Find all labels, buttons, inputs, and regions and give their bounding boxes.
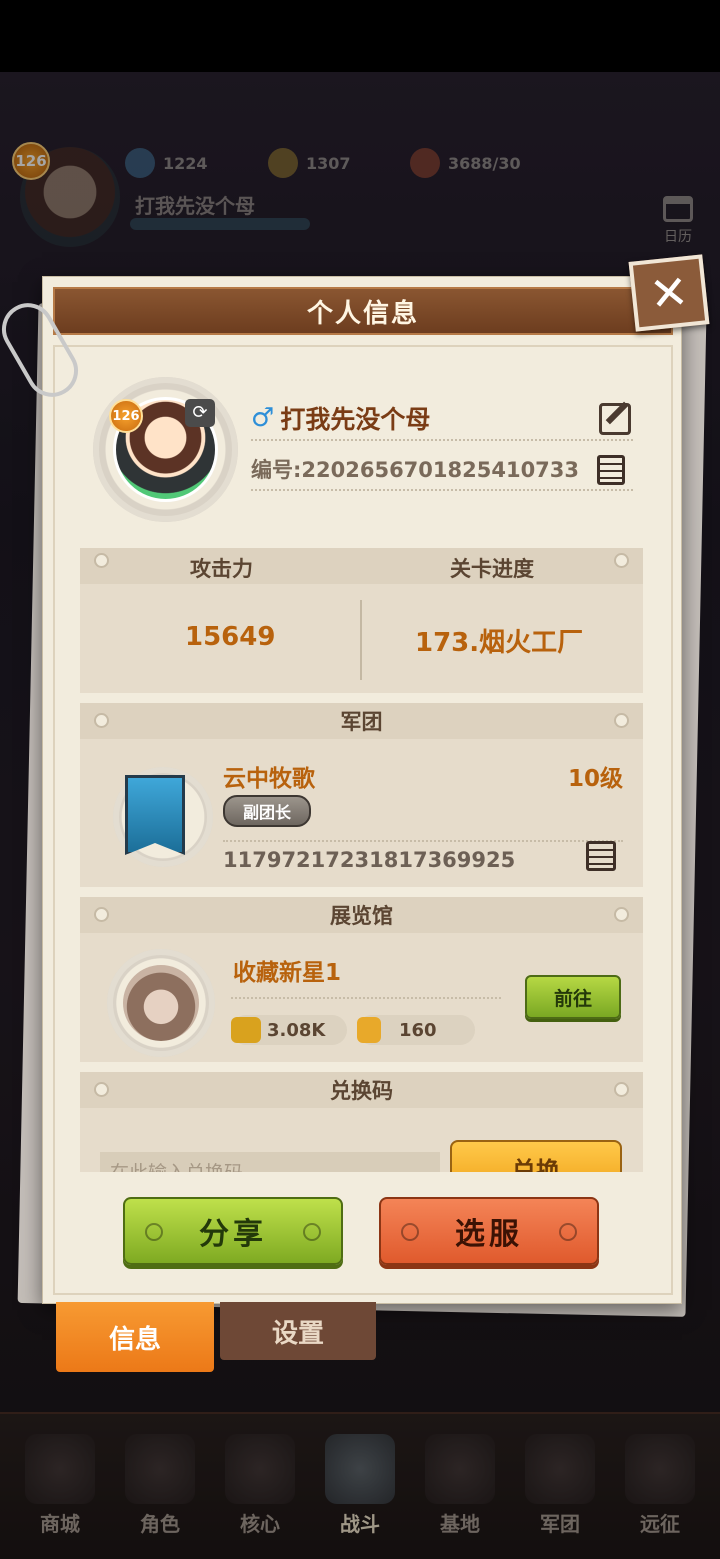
stats-divider xyxy=(360,600,362,680)
collection-score-icon xyxy=(231,1017,261,1043)
museum-divider xyxy=(231,997,501,999)
redeem-header: 兑换码 xyxy=(80,1072,643,1108)
redeem-code-input[interactable]: 在此输入兑换码 xyxy=(100,1152,440,1172)
tab-settings[interactable]: 设置 xyxy=(220,1302,376,1360)
museum-title: 收藏新星1 xyxy=(233,960,342,986)
tab-info[interactable]: 信息 xyxy=(56,1302,214,1372)
redeem-button[interactable]: 兑换 xyxy=(450,1140,622,1172)
bolt-icon xyxy=(614,1082,629,1097)
button-dot-icon xyxy=(559,1223,577,1241)
legion-level: 10级 xyxy=(568,766,624,792)
bolt-icon xyxy=(614,713,629,728)
legion-header: 军团 xyxy=(80,703,643,739)
bolt-icon xyxy=(94,907,109,922)
bolt-icon xyxy=(94,713,109,728)
button-dot-icon xyxy=(145,1223,163,1241)
legion-name: 云中牧歌 xyxy=(223,766,315,792)
eagle-emblem-icon xyxy=(125,775,185,855)
player-id: 编号:2202656701825410733 xyxy=(251,458,580,482)
bolt-icon xyxy=(94,553,109,568)
likes-pill: 160 xyxy=(357,1015,475,1045)
copy-legion-id-icon[interactable] xyxy=(586,841,616,871)
share-button[interactable]: 分享 xyxy=(123,1197,343,1265)
attack-value: 15649 xyxy=(185,622,276,652)
swap-avatar-icon[interactable]: ⟳ xyxy=(185,399,215,427)
close-icon: ✕ xyxy=(647,264,691,322)
modal-title: 个人信息 xyxy=(53,287,673,335)
legion-id: 11797217231817369925 xyxy=(223,840,623,872)
progress-value: 173.烟火工厂 xyxy=(415,628,584,658)
stats-values: 15649 173.烟火工厂 xyxy=(80,584,643,693)
close-button[interactable]: ✕ xyxy=(628,254,710,332)
collector-portrait-icon xyxy=(123,965,199,1041)
bolt-icon xyxy=(614,907,629,922)
copy-id-icon[interactable] xyxy=(597,455,625,485)
thumbs-up-icon xyxy=(357,1017,381,1043)
button-dot-icon xyxy=(401,1223,419,1241)
role-badge: 副团长 xyxy=(223,795,311,827)
progress-label: 关卡进度 xyxy=(450,557,534,581)
profile-modal: 个人信息 126 ⟳ ♂ 打我先没个母 编号:22026567018254107… xyxy=(42,276,682,1304)
id-row: 编号:2202656701825410733 xyxy=(251,449,633,491)
edit-icon[interactable] xyxy=(599,403,631,435)
name-row: ♂ 打我先没个母 xyxy=(251,397,633,441)
stats-header: 攻击力 关卡进度 xyxy=(80,548,643,584)
go-button[interactable]: 前往 xyxy=(525,975,621,1019)
button-dot-icon xyxy=(303,1223,321,1241)
select-server-button[interactable]: 选服 xyxy=(379,1197,599,1265)
player-name: 打我先没个母 xyxy=(280,405,431,434)
attack-label: 攻击力 xyxy=(190,557,253,581)
score-pill: 3.08K xyxy=(231,1015,347,1045)
museum-header: 展览馆 xyxy=(80,897,643,933)
bolt-icon xyxy=(94,1082,109,1097)
bolt-icon xyxy=(614,553,629,568)
redeem-panel: 兑换码 在此输入兑换码 兑换 xyxy=(80,1072,643,1172)
male-icon: ♂ xyxy=(251,403,275,433)
stats-panel: 攻击力 关卡进度 15649 173.烟火工厂 xyxy=(80,548,643,693)
avatar-level-badge: 126 xyxy=(109,399,143,433)
